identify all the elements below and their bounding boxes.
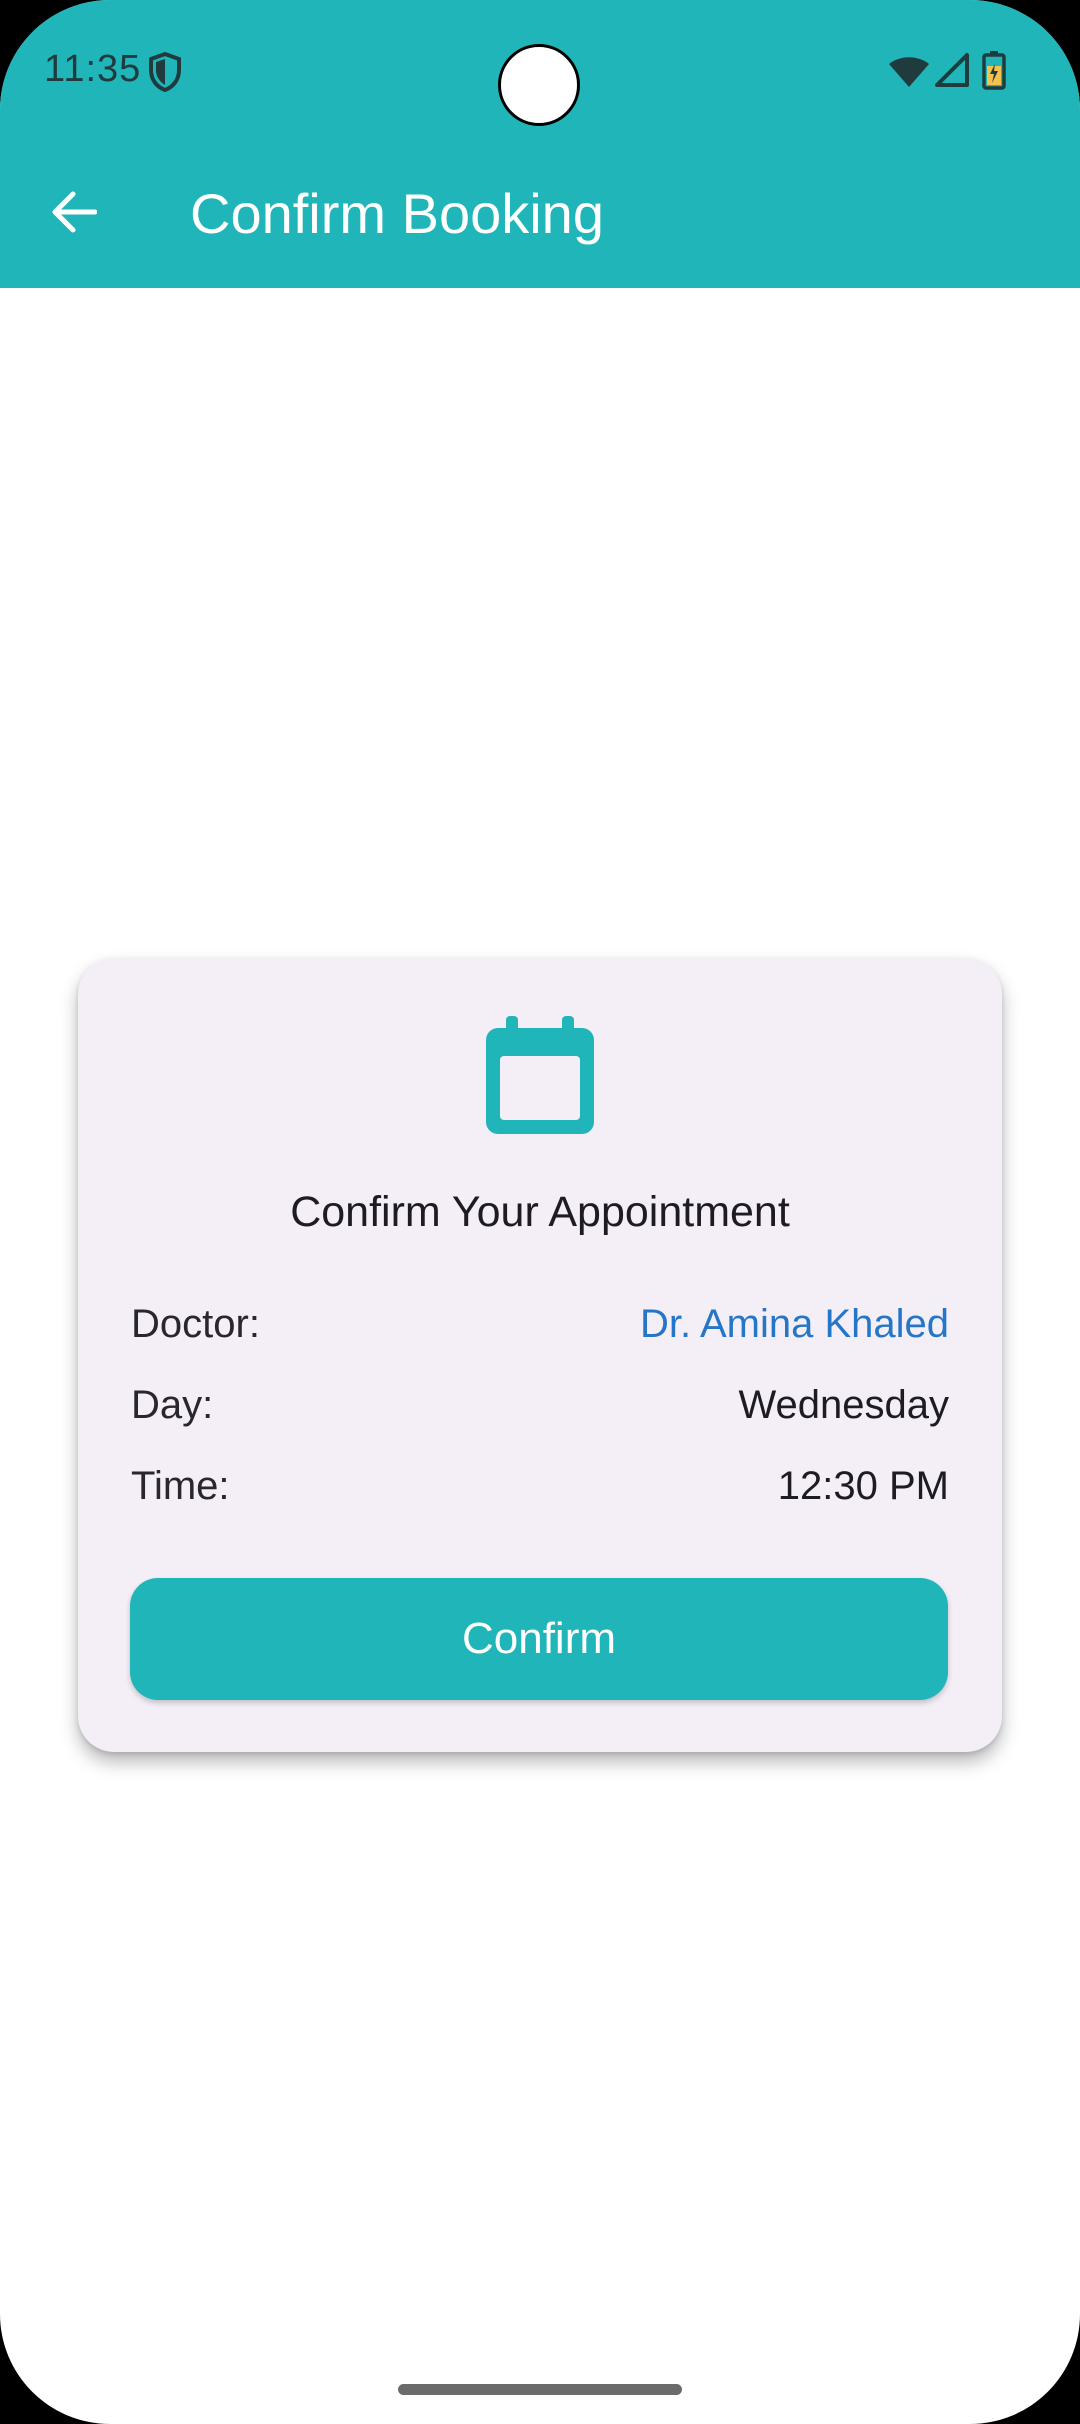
time-label: Time: <box>131 1463 230 1508</box>
home-indicator[interactable] <box>398 2384 682 2395</box>
time-row: Time: 12:30 PM <box>131 1458 949 1514</box>
camera-cutout <box>498 44 580 126</box>
confirm-button-label: Confirm <box>461 1614 617 1663</box>
battery-icon <box>982 51 1006 90</box>
status-time: 11:35 <box>44 48 142 90</box>
back-button[interactable] <box>40 178 108 246</box>
card-title: Confirm Your Appointment <box>290 1188 790 1236</box>
status-bar: 11:35 <box>0 0 1080 140</box>
shield-icon <box>149 52 181 92</box>
time-value: 12:30 PM <box>777 1463 949 1508</box>
signal-icon <box>935 53 969 87</box>
wifi-icon <box>889 57 929 87</box>
app-screen: 11:35 Confirm Booking Confirm Your Appoi… <box>0 0 1080 2424</box>
day-row: Day: Wednesday <box>131 1377 949 1433</box>
arrow-left-icon <box>52 191 97 233</box>
confirm-button[interactable]: Confirm <box>130 1578 948 1700</box>
page-title: Confirm Booking <box>190 182 604 245</box>
doctor-name: Dr. Amina Khaled <box>639 1301 949 1346</box>
booking-card: Confirm Your Appointment Doctor: Dr. Ami… <box>78 958 1002 1752</box>
doctor-label: Doctor: <box>131 1301 260 1346</box>
day-value: Wednesday <box>738 1382 949 1427</box>
calendar-icon <box>486 1016 594 1134</box>
app-bar: 11:35 Confirm Booking <box>0 0 1080 288</box>
day-label: Day: <box>131 1382 214 1427</box>
doctor-row: Doctor: Dr. Amina Khaled <box>131 1296 949 1352</box>
